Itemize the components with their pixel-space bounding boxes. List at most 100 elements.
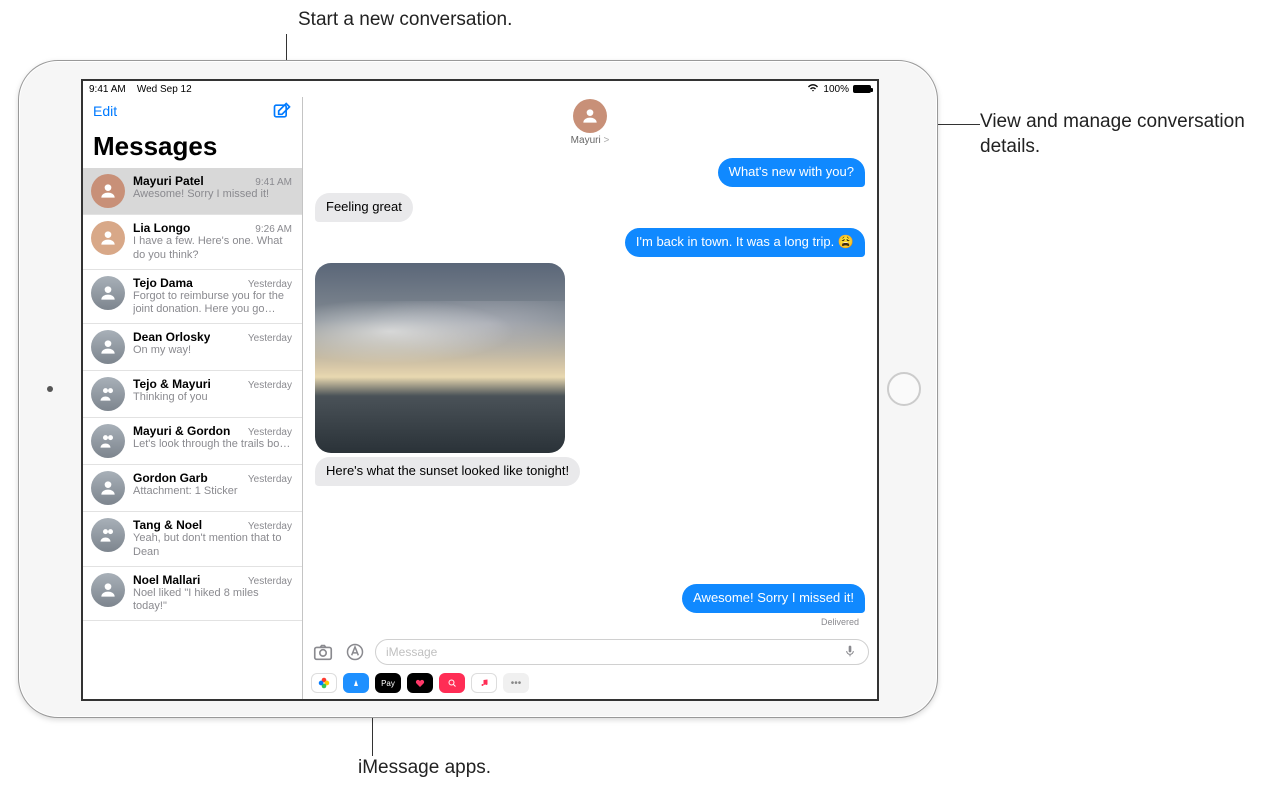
conversation-body: Tejo Dama Yesterday Forgot to reimburse y… xyxy=(133,276,292,318)
message-row: What's new with you? xyxy=(315,158,865,187)
chevron-right-icon: > xyxy=(603,135,609,146)
message-input[interactable]: iMessage xyxy=(375,639,869,665)
conversation-item[interactable]: Gordon Garb Yesterday Attachment: 1 Stick… xyxy=(83,465,302,512)
contact-avatar xyxy=(573,99,607,133)
status-bar: 9:41 AM Wed Sep 12 100% xyxy=(83,81,877,97)
sidebar-title: Messages xyxy=(83,123,302,168)
message-bubble-received[interactable]: Here's what the sunset looked like tonig… xyxy=(315,457,580,486)
conversation-name: Tang & Noel xyxy=(133,518,202,532)
conversation-item[interactable]: Tejo Dama Yesterday Forgot to reimburse y… xyxy=(83,270,302,325)
conversation-body: Tejo & MayuriYesterday Thinking of you xyxy=(133,377,292,411)
avatar xyxy=(91,330,125,364)
conversation-time: Yesterday xyxy=(248,474,292,485)
avatar xyxy=(91,377,125,411)
status-right: 100% xyxy=(807,83,871,95)
conversation-name: Gordon Garb xyxy=(133,471,208,485)
dictation-icon[interactable] xyxy=(842,643,858,662)
avatar xyxy=(91,471,125,505)
callout-appdrawer: iMessage apps. xyxy=(358,756,491,781)
home-button[interactable] xyxy=(887,372,921,406)
conversation-body: Noel MallariYesterday Noel liked "I hike… xyxy=(133,573,292,615)
status-time: 9:41 AM xyxy=(89,84,126,95)
conversation-time: Yesterday xyxy=(248,380,292,391)
edit-button[interactable]: Edit xyxy=(93,103,117,119)
app-photos[interactable] xyxy=(311,673,337,693)
battery-percent: 100% xyxy=(823,84,849,95)
message-row: Here's what the sunset looked like tonig… xyxy=(315,457,865,486)
ipad-frame: 9:41 AM Wed Sep 12 100% Edit xyxy=(18,60,938,718)
app-heart[interactable] xyxy=(407,673,433,693)
delivered-status: Delivered xyxy=(315,617,859,627)
message-row: Awesome! Sorry I missed it! xyxy=(315,584,865,613)
app-appstore[interactable] xyxy=(343,673,369,693)
image-attachment[interactable] xyxy=(315,263,565,453)
conversation-name: Tejo Dama xyxy=(133,276,193,290)
screen: 9:41 AM Wed Sep 12 100% Edit xyxy=(81,79,879,701)
app-music[interactable] xyxy=(471,673,497,693)
message-bubble-sent[interactable]: I'm back in town. It was a long trip. 😩 xyxy=(625,228,865,257)
content: Edit Messages Mayuri Patel9:41 AM Awesom… xyxy=(83,97,877,699)
conversation-time: Yesterday xyxy=(248,427,292,438)
message-bubble-sent[interactable]: What's new with you? xyxy=(718,158,865,187)
conversation-name: Mayuri & Gordon xyxy=(133,424,230,438)
message-row xyxy=(315,263,865,453)
message-row: Feeling great xyxy=(315,193,865,222)
avatar xyxy=(91,221,125,255)
conversation-body: Gordon Garb Yesterday Attachment: 1 Stick… xyxy=(133,471,292,505)
conversation-list[interactable]: Mayuri Patel9:41 AM Awesome! Sorry I mis… xyxy=(83,168,302,699)
conversation-time: Yesterday xyxy=(248,279,292,290)
conversation-item[interactable]: Tang & Noel Yesterday Yeah, but don't men… xyxy=(83,512,302,567)
conversation-time: Yesterday xyxy=(248,333,292,344)
conversation-name: Noel Mallari xyxy=(133,573,200,587)
conversation-item[interactable]: Lia Longo9:26 AM I have a few. Here's on… xyxy=(83,215,302,270)
input-bar: iMessage xyxy=(303,635,877,669)
avatar xyxy=(91,276,125,310)
chat-body[interactable]: What's new with you? Feeling great I'm b… xyxy=(303,150,877,635)
conversation-body: Lia Longo9:26 AM I have a few. Here's on… xyxy=(133,221,292,263)
conversation-item[interactable]: Mayuri Patel9:41 AM Awesome! Sorry I mis… xyxy=(83,168,302,215)
callout-details: View and manage conversation details. xyxy=(980,110,1271,159)
compose-button[interactable] xyxy=(272,101,292,121)
conversation-body: Dean OrloskyYesterday On my way! xyxy=(133,330,292,364)
contact-details-button[interactable]: Mayuri > xyxy=(303,97,877,150)
conversation-item[interactable]: Mayuri & Gordon Yesterday Let's look thro… xyxy=(83,418,302,465)
message-bubble-sent[interactable]: Awesome! Sorry I missed it! xyxy=(682,584,865,613)
avatar xyxy=(91,174,125,208)
app-images-search[interactable] xyxy=(439,673,465,693)
appstore-button[interactable] xyxy=(343,640,367,664)
camera-button[interactable] xyxy=(311,640,335,664)
conversation-preview: I have a few. Here's one. What do you th… xyxy=(133,235,292,263)
wifi-icon xyxy=(807,83,819,95)
conversation-time: Yesterday xyxy=(248,576,292,587)
conversation-time: 9:41 AM xyxy=(255,177,292,188)
battery-icon xyxy=(853,85,871,93)
conversation-body: Tang & Noel Yesterday Yeah, but don't men… xyxy=(133,518,292,560)
sidebar: Edit Messages Mayuri Patel9:41 AM Awesom… xyxy=(83,97,303,699)
avatar xyxy=(91,518,125,552)
callout-compose: Start a new conversation. xyxy=(298,8,512,33)
sidebar-header: Edit xyxy=(83,97,302,123)
conversation-time: Yesterday xyxy=(248,521,292,532)
conversation-preview: Forgot to reimburse you for the joint do… xyxy=(133,290,292,318)
conversation-body: Mayuri Patel9:41 AM Awesome! Sorry I mis… xyxy=(133,174,292,208)
app-applepay[interactable]: Pay xyxy=(375,673,401,693)
conversation-item[interactable]: Noel MallariYesterday Noel liked "I hike… xyxy=(83,567,302,622)
chat-pane: Mayuri > What's new with you? Feeling gr… xyxy=(303,97,877,699)
conversation-item[interactable]: Dean OrloskyYesterday On my way! xyxy=(83,324,302,371)
conversation-preview: On my way! xyxy=(133,344,292,358)
contact-name: Mayuri > xyxy=(571,135,610,146)
app-more[interactable]: ••• xyxy=(503,673,529,693)
avatar xyxy=(91,424,125,458)
conversation-preview: Yeah, but don't mention that to Dean xyxy=(133,532,292,560)
conversation-name: Tejo & Mayuri xyxy=(133,377,211,391)
app-drawer: Pay ••• xyxy=(303,669,877,699)
conversation-preview: Attachment: 1 Sticker xyxy=(133,485,292,499)
conversation-preview: Let's look through the trails bo… xyxy=(133,438,292,452)
conversation-item[interactable]: Tejo & MayuriYesterday Thinking of you xyxy=(83,371,302,418)
status-left: 9:41 AM Wed Sep 12 xyxy=(89,84,192,95)
message-bubble-received[interactable]: Feeling great xyxy=(315,193,413,222)
conversation-preview: Awesome! Sorry I missed it! xyxy=(133,188,292,202)
status-date: Wed Sep 12 xyxy=(137,84,192,95)
conversation-name: Lia Longo xyxy=(133,221,190,235)
message-row: I'm back in town. It was a long trip. 😩 xyxy=(315,228,865,257)
